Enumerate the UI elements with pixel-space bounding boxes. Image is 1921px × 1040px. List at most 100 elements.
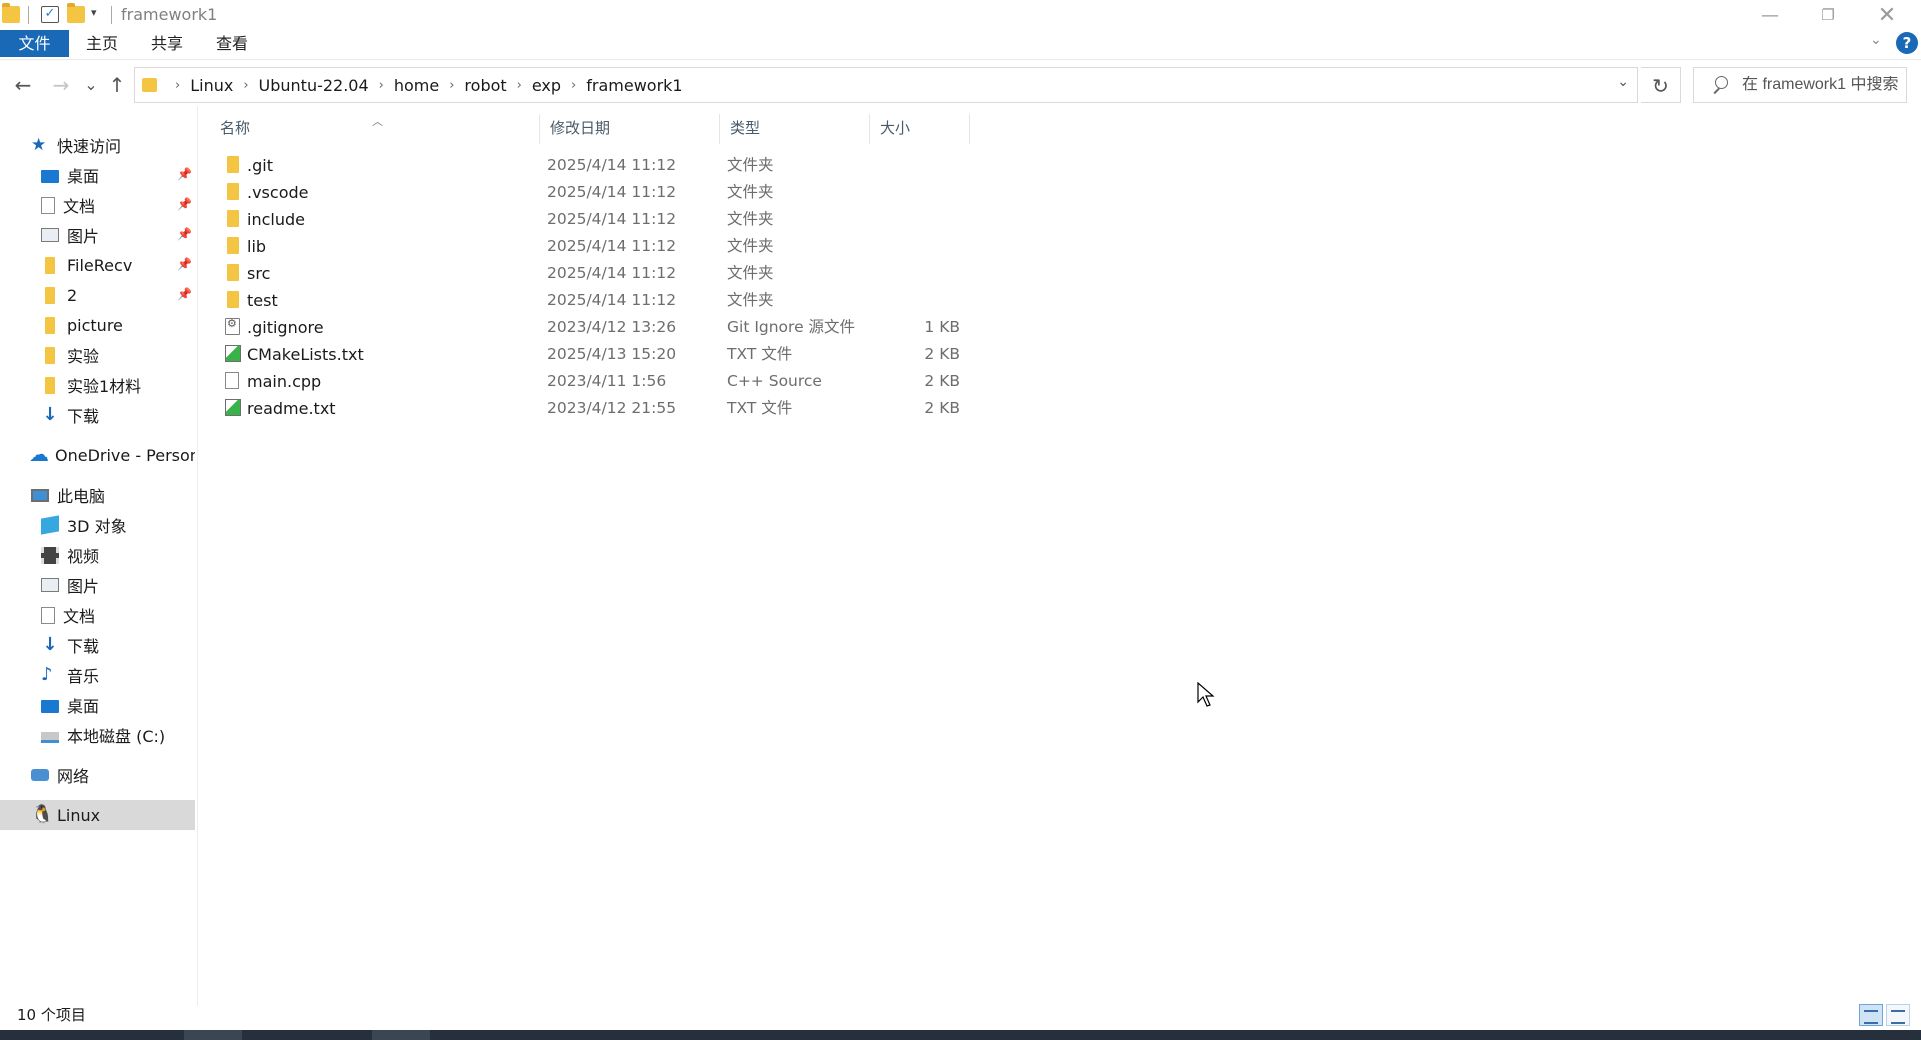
breadcrumb-framework1[interactable]: framework1: [586, 76, 682, 95]
tab-file[interactable]: 文件: [0, 30, 69, 57]
breadcrumb-home[interactable]: home: [394, 76, 439, 95]
sidebar-item-pc-documents[interactable]: 文档: [0, 600, 195, 630]
pane-divider[interactable]: [197, 106, 198, 1006]
breadcrumb-ubuntu[interactable]: Ubuntu-22.04: [259, 76, 369, 95]
breadcrumb-exp[interactable]: exp: [532, 76, 561, 95]
sidebar-item-downloads[interactable]: ↓ 下载: [0, 400, 195, 430]
sidebar-item-filerecv[interactable]: FileRecv 📌: [0, 250, 195, 280]
file-size: [870, 206, 960, 233]
sidebar-item-desktop[interactable]: 桌面 📌: [0, 160, 195, 190]
file-row[interactable]: readme.txt 2023/4/12 21:55 TXT 文件 2 KB: [210, 395, 970, 422]
sidebar-item-this-pc[interactable]: 此电脑: [0, 480, 195, 510]
sidebar-item-experiment1-materials[interactable]: 实验1材料: [0, 370, 195, 400]
sidebar-item-pc-downloads[interactable]: ↓ 下载: [0, 630, 195, 660]
sidebar-item-2[interactable]: 2 📌: [0, 280, 195, 310]
sidebar-item-onedrive[interactable]: ☁ OneDrive - Persona: [0, 440, 195, 470]
breadcrumb-linux[interactable]: Linux: [190, 76, 233, 95]
pin-icon[interactable]: 📌: [177, 167, 192, 181]
tab-share[interactable]: 共享: [137, 30, 197, 57]
column-label: 名称: [220, 119, 251, 137]
customize-quick-access-icon[interactable]: ▾: [91, 6, 97, 19]
sidebar-item-videos[interactable]: 视频: [0, 540, 195, 570]
text-file-icon: [225, 345, 241, 362]
tab-home[interactable]: 主页: [72, 30, 132, 57]
properties-icon[interactable]: ✓: [41, 6, 59, 23]
sidebar-item-network[interactable]: 网络: [0, 760, 195, 790]
file-date: 2023/4/11 1:56: [547, 372, 667, 390]
sidebar-item-label: 音乐: [67, 667, 100, 686]
file-name: include: [247, 210, 305, 229]
recent-locations-button[interactable]: ⌄: [78, 72, 104, 98]
restore-button[interactable]: ❐: [1799, 0, 1857, 30]
file-type: TXT 文件: [727, 399, 793, 417]
file-row[interactable]: CMakeLists.txt 2025/4/13 15:20 TXT 文件 2 …: [210, 341, 970, 368]
tab-view[interactable]: 查看: [202, 30, 262, 57]
taskbar-button[interactable]: [184, 1030, 242, 1040]
file-row[interactable]: .gitignore 2023/4/12 13:26 Git Ignore 源文…: [210, 314, 970, 341]
address-bar[interactable]: › Linux › Ubuntu-22.04 › home › robot › …: [134, 67, 1638, 103]
pin-icon[interactable]: 📌: [177, 257, 192, 271]
chevron-right-icon[interactable]: ›: [571, 78, 576, 93]
file-row[interactable]: include 2025/4/14 11:12 文件夹: [210, 206, 970, 233]
details-view-icon[interactable]: [1859, 1004, 1883, 1026]
sidebar-item-picture[interactable]: picture: [0, 310, 195, 340]
chevron-right-icon[interactable]: ›: [449, 78, 454, 93]
breadcrumb-robot[interactable]: robot: [464, 76, 506, 95]
file-type: 文件夹: [727, 183, 774, 201]
close-button[interactable]: ✕: [1858, 0, 1916, 30]
new-folder-icon[interactable]: [67, 3, 85, 23]
sidebar-item-pc-pictures[interactable]: 图片: [0, 570, 195, 600]
sidebar-item-documents[interactable]: 文档 📌: [0, 190, 195, 220]
refresh-button[interactable]: ↻: [1641, 67, 1681, 103]
pin-icon[interactable]: 📌: [177, 287, 192, 301]
star-icon: ★: [31, 135, 47, 155]
pin-icon[interactable]: 📌: [177, 197, 192, 211]
file-row[interactable]: src 2025/4/14 11:12 文件夹: [210, 260, 970, 287]
search-input[interactable]: [1742, 76, 1902, 94]
file-row[interactable]: .git 2025/4/14 11:12 文件夹: [210, 152, 970, 179]
column-header-name[interactable]: 名称 ︿: [210, 110, 540, 146]
pin-icon[interactable]: 📌: [177, 227, 192, 241]
folder-icon: [227, 264, 239, 281]
chevron-down-icon[interactable]: ⌄: [1617, 74, 1629, 90]
column-header-type[interactable]: 类型: [720, 110, 870, 146]
file-row[interactable]: main.cpp 2023/4/11 1:56 C++ Source 2 KB: [210, 368, 970, 395]
sidebar-item-experiment[interactable]: 实验: [0, 340, 195, 370]
network-icon: [31, 769, 49, 781]
forward-button[interactable]: →: [48, 72, 74, 98]
column-headers: 名称 ︿ 修改日期 类型 大小: [210, 110, 970, 146]
large-icons-view-icon[interactable]: [1886, 1004, 1910, 1026]
file-row[interactable]: lib 2025/4/14 11:12 文件夹: [210, 233, 970, 260]
column-header-date[interactable]: 修改日期: [540, 110, 720, 146]
chevron-right-icon[interactable]: ›: [243, 78, 248, 93]
file-row[interactable]: .vscode 2025/4/14 11:12 文件夹: [210, 179, 970, 206]
search-icon: [1710, 75, 1730, 95]
sidebar-item-local-disk-c[interactable]: 本地磁盘 (C:): [0, 720, 195, 750]
sidebar-item-label: 图片: [67, 227, 100, 246]
taskbar-button[interactable]: [372, 1030, 430, 1040]
expand-ribbon-icon[interactable]: ⌄: [1870, 32, 1882, 48]
file-type: 文件夹: [727, 210, 774, 228]
sidebar-item-pc-desktop[interactable]: 桌面: [0, 690, 195, 720]
sidebar-item-label: FileRecv: [67, 255, 133, 275]
column-divider[interactable]: [969, 114, 970, 144]
back-button[interactable]: ←: [10, 72, 36, 98]
up-button[interactable]: ↑: [104, 72, 130, 98]
chevron-right-icon[interactable]: ›: [175, 78, 180, 93]
sidebar-item-linux[interactable]: 🐧 Linux: [0, 800, 195, 830]
sidebar-item-pictures[interactable]: 图片 📌: [0, 220, 195, 250]
help-icon[interactable]: ?: [1896, 32, 1918, 54]
sidebar-item-3d-objects[interactable]: 3D 对象: [0, 510, 195, 540]
chevron-right-icon[interactable]: ›: [379, 78, 384, 93]
sidebar-item-label: 3D 对象: [67, 517, 127, 536]
file-size: [870, 179, 960, 206]
sidebar-item-music[interactable]: ♪ 音乐: [0, 660, 195, 690]
column-header-size[interactable]: 大小: [870, 110, 970, 146]
file-name: lib: [247, 237, 267, 256]
file-row[interactable]: test 2025/4/14 11:12 文件夹: [210, 287, 970, 314]
file-type: 文件夹: [727, 237, 774, 255]
sidebar-item-quick-access[interactable]: ★ 快速访问: [0, 130, 195, 160]
search-box[interactable]: [1693, 67, 1907, 103]
chevron-right-icon[interactable]: ›: [517, 78, 522, 93]
minimize-button[interactable]: —: [1741, 0, 1799, 30]
